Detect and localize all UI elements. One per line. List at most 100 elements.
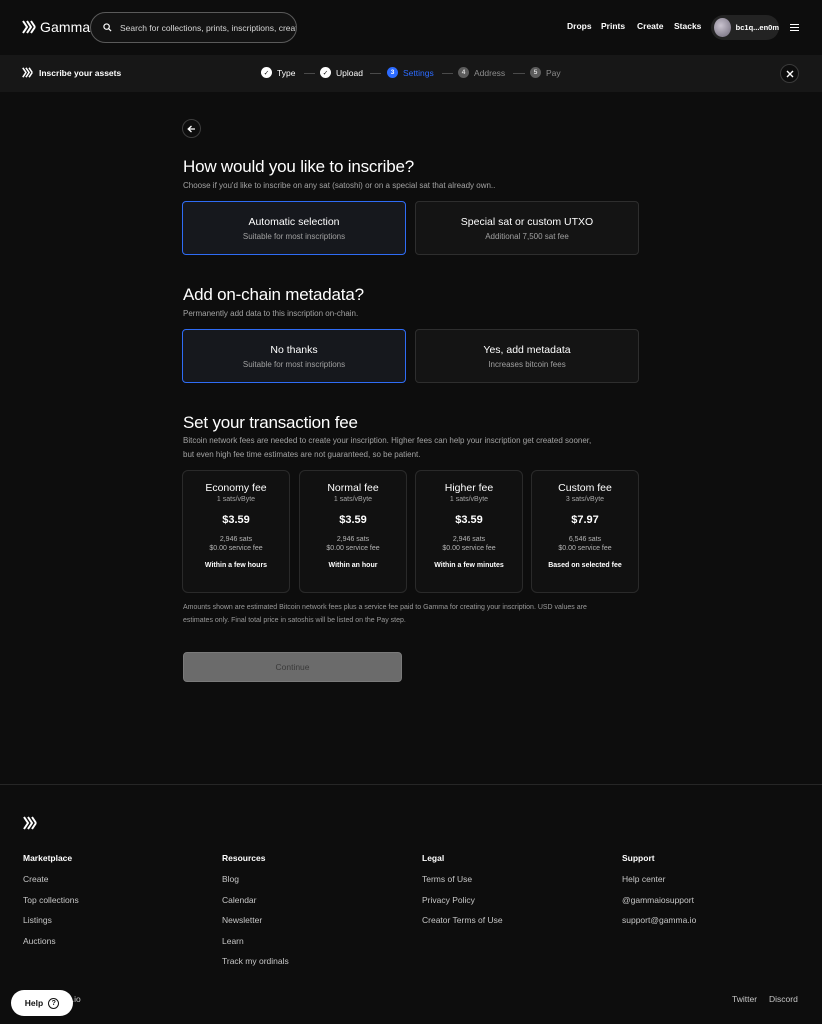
footer-link[interactable]: support@gamma.io [622, 915, 696, 926]
search-input[interactable]: Search for collections, prints, inscript… [90, 12, 297, 43]
fee-card-normal[interactable]: Normal fee 1 sats/vByte $3.59 2,946 sats… [299, 470, 407, 593]
step-connector [513, 73, 525, 74]
fee-card-custom[interactable]: Custom fee 3 sats/vByte $7.97 6,546 sats… [531, 470, 639, 593]
option-special-sat[interactable]: Special sat or custom UTXO Additional 7,… [415, 201, 639, 255]
step-label: Address [474, 67, 506, 78]
fee-time: Based on selected fee [548, 562, 622, 569]
help-button[interactable]: Help ? [11, 990, 73, 1016]
footer-link-discord[interactable]: Discord [769, 994, 798, 1004]
footer-column-resources: Resources Blog Calendar Newsletter Learn… [222, 853, 289, 977]
footer-link[interactable]: Auctions [23, 936, 79, 947]
step-connector [370, 73, 381, 74]
footer-link[interactable]: Create [23, 874, 79, 885]
fee-card-economy[interactable]: Economy fee 1 sats/vByte $3.59 2,946 sat… [182, 470, 290, 593]
step-label: Upload [336, 67, 363, 78]
fee-subtitle: Bitcoin network fees are needed to creat… [183, 434, 591, 461]
footer-link[interactable]: Top collections [23, 895, 79, 906]
fee-name: Normal fee [327, 482, 379, 494]
nav-link-prints[interactable]: Prints [601, 21, 625, 31]
search-icon [103, 23, 112, 32]
footer-link[interactable]: Calendar [222, 895, 289, 906]
footer-link[interactable]: Terms of Use [422, 874, 503, 885]
question-icon: ? [48, 997, 60, 1009]
option-subtitle: Suitable for most inscriptions [242, 359, 346, 369]
fee-disclaimer-line: estimates only. Final total price in sat… [183, 616, 406, 624]
fee-card-higher[interactable]: Higher fee 1 sats/vByte $3.59 2,946 sats… [415, 470, 523, 593]
fee-sats: 2,946 sats [219, 536, 253, 543]
footer-link[interactable]: @gammaiosupport [622, 895, 696, 906]
footer-link[interactable]: Track my ordinals [222, 956, 289, 967]
fee-disclaimer-line: Amounts shown are estimated Bitcoin netw… [183, 604, 587, 611]
inscribe-header: Inscribe your assets ✓ Type ✓ Upload 3 S… [0, 55, 822, 92]
inscribe-title: Inscribe your assets [22, 67, 121, 78]
close-button[interactable] [780, 64, 799, 83]
help-label: Help [24, 998, 44, 1008]
footer-link[interactable]: Privacy Policy [422, 895, 503, 906]
option-automatic-selection[interactable]: Automatic selection Suitable for most in… [182, 201, 406, 255]
footer-column-legal: Legal Terms of Use Privacy Policy Creato… [422, 853, 503, 936]
footer-link[interactable]: Listings [23, 915, 79, 926]
fee-rate: 1 sats/vByte [216, 496, 256, 503]
nav-link-create[interactable]: Create [637, 21, 663, 31]
fee-subtitle-line: Bitcoin network fees are needed to creat… [183, 436, 592, 445]
wallet-button[interactable]: bc1q...en0m [711, 15, 779, 40]
continue-button[interactable]: Continue [183, 652, 402, 682]
footer-link[interactable]: Learn [222, 936, 289, 947]
fee-subtitle-line: but even high fee time estimates are not… [183, 449, 421, 459]
fee-disclaimer: Amounts shown are estimated Bitcoin netw… [183, 602, 643, 627]
brand-name: Gamma [40, 19, 91, 35]
fee-sats: 2,946 sats [336, 536, 370, 543]
step-address[interactable]: 4 Address [458, 67, 505, 78]
step-pay[interactable]: 5 Pay [530, 67, 561, 78]
footer-link-twitter[interactable]: Twitter [732, 994, 757, 1004]
gamma-logo-icon [22, 20, 36, 34]
footer-link[interactable]: Creator Terms of Use [422, 915, 503, 926]
fee-sats: 6,546 sats [568, 536, 602, 543]
inscribe-method-subtitle: Choose if you'd like to inscribe on any … [183, 181, 496, 190]
step-settings[interactable]: 3 Settings [387, 67, 434, 78]
fee-name: Custom fee [558, 482, 612, 494]
hamburger-menu-icon[interactable] [790, 24, 799, 32]
footer-link[interactable]: Help center [622, 874, 696, 885]
footer-link[interactable]: Newsletter [222, 915, 289, 926]
fee-rate: 3 sats/vByte [565, 496, 605, 503]
fee-service: $0.00 service fee [326, 545, 380, 552]
step-number: 5 [530, 67, 541, 78]
step-label: Type [277, 67, 296, 78]
check-icon: ✓ [261, 67, 272, 78]
footer-divider [0, 784, 822, 785]
check-icon: ✓ [320, 67, 331, 78]
fee-time: Within a few hours [204, 562, 268, 569]
step-label: Settings [403, 67, 434, 78]
metadata-title: Add on-chain metadata? [183, 285, 364, 304]
wallet-address: bc1q...en0m [735, 23, 779, 32]
option-no-metadata[interactable]: No thanks Suitable for most inscriptions [182, 329, 406, 383]
close-icon [786, 70, 793, 77]
fee-usd: $3.59 [455, 514, 483, 526]
footer-column-marketplace: Marketplace Create Top collections Listi… [23, 853, 79, 956]
option-title: Automatic selection [248, 215, 340, 228]
top-navigation: Gamma Search for collections, prints, in… [0, 0, 822, 55]
inscribe-method-title: How would you like to inscribe? [183, 157, 414, 176]
fee-rate: 1 sats/vByte [333, 496, 373, 503]
step-upload[interactable]: ✓ Upload [320, 67, 363, 78]
fee-name: Economy fee [205, 482, 267, 494]
option-add-metadata[interactable]: Yes, add metadata Increases bitcoin fees [415, 329, 639, 383]
step-number: 3 [387, 67, 398, 78]
brand-logo[interactable]: Gamma [22, 19, 90, 35]
gamma-logo-icon[interactable] [23, 816, 37, 830]
nav-link-stacks[interactable]: Stacks [674, 21, 701, 31]
option-subtitle: Additional 7,500 sat fee [485, 231, 569, 241]
footer-link[interactable]: Blog [222, 874, 289, 885]
fee-service: $0.00 service fee [442, 545, 496, 552]
fee-time: Within an hour [328, 562, 378, 569]
fee-service: $0.00 service fee [558, 545, 612, 552]
fee-title: Set your transaction fee [183, 413, 358, 432]
search-placeholder: Search for collections, prints, inscript… [120, 22, 296, 33]
back-button[interactable] [182, 119, 201, 138]
step-type[interactable]: ✓ Type [261, 67, 295, 78]
footer-heading: Support [622, 853, 655, 863]
option-subtitle: Increases bitcoin fees [488, 359, 566, 369]
nav-link-drops[interactable]: Drops [567, 21, 592, 31]
fee-sats: 2,946 sats [452, 536, 486, 543]
